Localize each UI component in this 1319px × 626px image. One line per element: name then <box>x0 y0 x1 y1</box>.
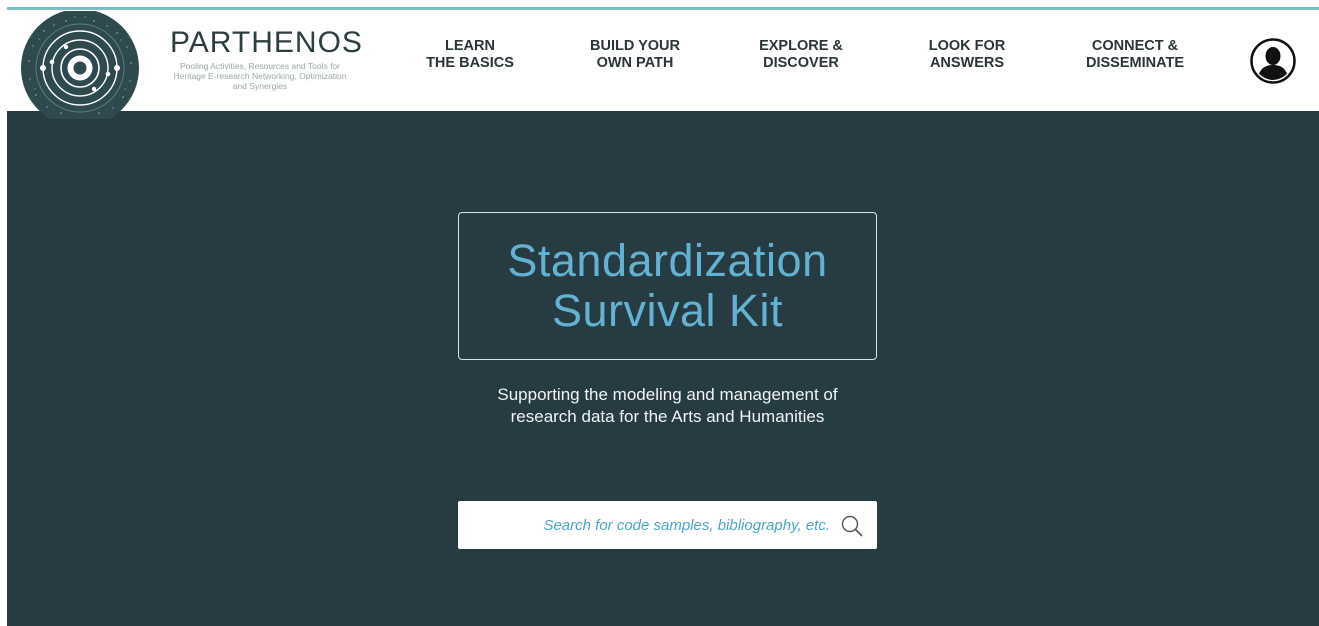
nav-explore-discover[interactable]: EXPLORE & DISCOVER <box>746 38 856 72</box>
user-avatar-icon <box>1250 38 1296 84</box>
search-input[interactable] <box>458 501 836 549</box>
hero-section: Standardization Survival Kit Supporting … <box>7 111 1319 626</box>
site-header: PARTHENOS Pooling Activities, Resources … <box>7 10 1319 111</box>
hero-title-line-2: Survival Kit <box>551 285 784 336</box>
site-logo[interactable] <box>19 11 141 119</box>
page-frame: PARTHENOS Pooling Activities, Resources … <box>7 7 1319 626</box>
main-nav: LEARN THE BASICS BUILD YOUR OWN PATH EXP… <box>7 38 1319 88</box>
hero-tagline-line-1: Supporting the modeling and management o… <box>497 385 838 404</box>
parthenos-logo-icon <box>21 11 139 119</box>
search-button[interactable] <box>839 513 865 539</box>
hero-title-line-1: Standardization <box>507 235 828 286</box>
search-icon <box>841 515 863 537</box>
nav-learn-the-basics[interactable]: LEARN THE BASICS <box>420 38 520 72</box>
nav-connect-disseminate[interactable]: CONNECT & DISSEMINATE <box>1075 38 1195 72</box>
nav-build-your-own-path[interactable]: BUILD YOUR OWN PATH <box>585 38 685 72</box>
user-account-button[interactable] <box>1250 38 1296 84</box>
hero-tagline: Supporting the modeling and management o… <box>407 384 928 428</box>
nav-look-for-answers[interactable]: LOOK FOR ANSWERS <box>917 38 1017 72</box>
hero-title-box: Standardization Survival Kit <box>458 212 877 360</box>
search-box <box>458 501 877 549</box>
hero-tagline-line-2: research data for the Arts and Humanitie… <box>510 407 825 426</box>
